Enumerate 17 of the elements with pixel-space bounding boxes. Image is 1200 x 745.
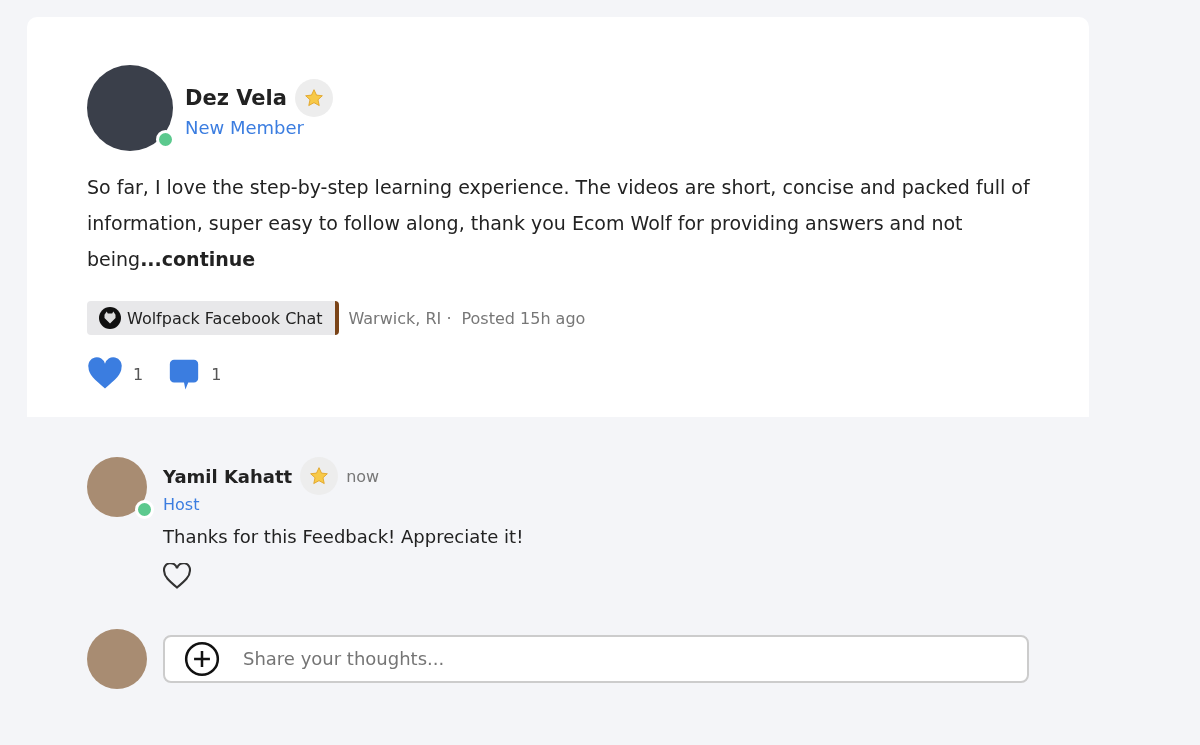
- heart-icon[interactable]: [163, 563, 191, 589]
- wolf-logo-icon: [99, 307, 121, 329]
- channel-tag[interactable]: Wolfpack Facebook Chat: [87, 301, 339, 335]
- like-count: 1: [133, 364, 144, 384]
- add-icon[interactable]: [183, 639, 221, 678]
- post-text: So far, I love the step-by-step learning experience. The videos are short, concise and packed full of information, super easy to follow along, thank you Ecom Wolf for providing answers and not being...continue: [87, 175, 1031, 272]
- comment-time: now: [346, 466, 380, 486]
- avatar-photo-placeholder: [87, 457, 147, 517]
- commenter-name[interactable]: Yamil Kahatt: [163, 465, 293, 487]
- member-role: New Member: [185, 116, 305, 138]
- comment-input[interactable]: Share your thoughts...: [163, 634, 1029, 683]
- comment-count: 1: [211, 364, 222, 384]
- author-name[interactable]: Dez Vela: [185, 85, 287, 110]
- location-text: Warwick, RI ·: [348, 308, 452, 328]
- posted-time: Posted 15h ago: [461, 308, 586, 328]
- commenter-role: Host: [163, 495, 200, 514]
- comment-text: Thanks for this Feedback! Appreciate it!: [163, 526, 524, 547]
